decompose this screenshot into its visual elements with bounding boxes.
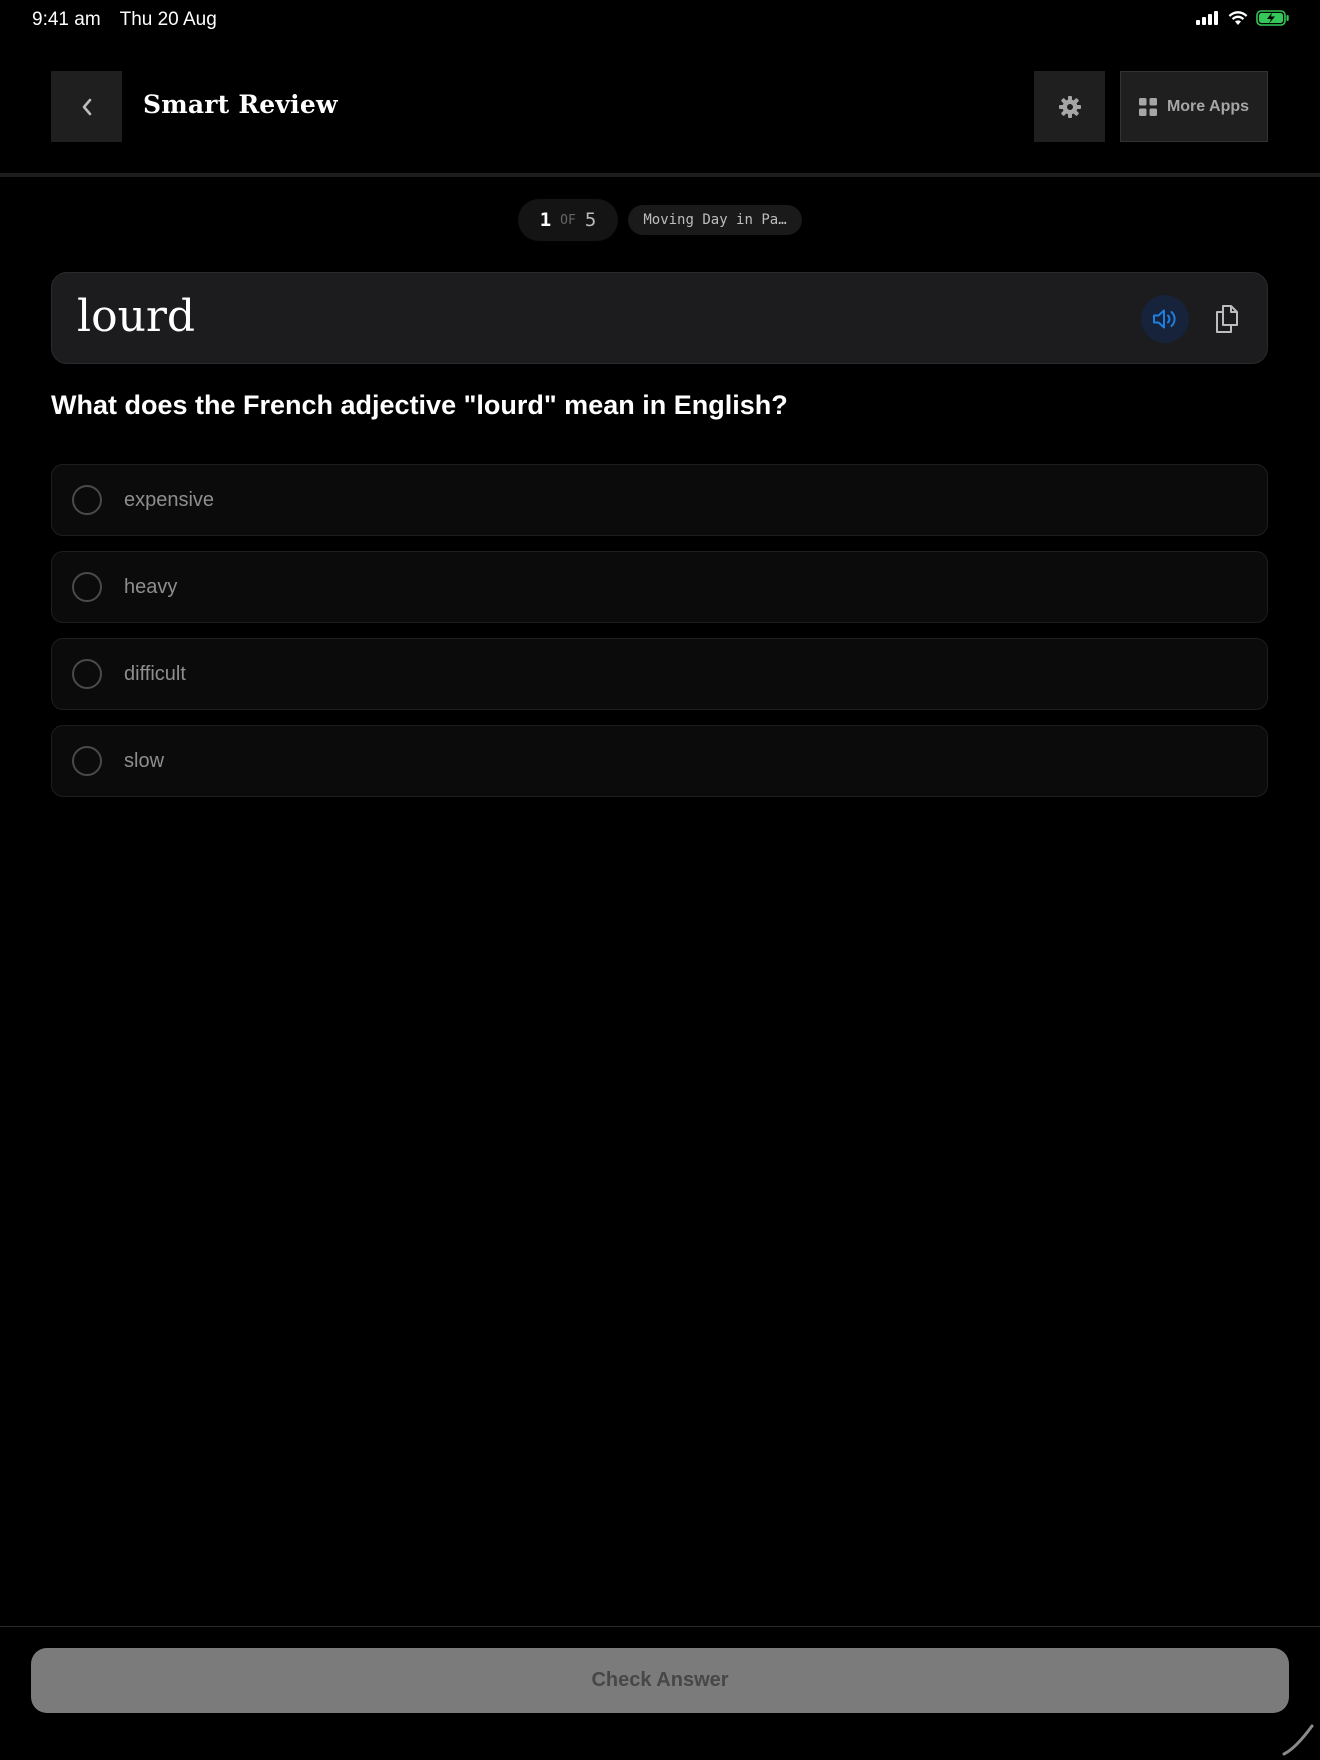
status-time: 9:41 am Thu 20 Aug bbox=[32, 9, 231, 31]
topic-badge: Moving Day in Pa… bbox=[628, 205, 802, 235]
gear-icon bbox=[1058, 95, 1081, 118]
option-label: difficult bbox=[124, 663, 186, 685]
speaker-icon bbox=[1153, 309, 1176, 329]
settings-button[interactable] bbox=[1034, 71, 1105, 142]
answer-option[interactable]: slow bbox=[51, 725, 1268, 797]
header-divider bbox=[0, 173, 1320, 177]
status-clock: 9:41 am bbox=[32, 9, 101, 30]
question-text: What does the French adjective "lourd" m… bbox=[51, 390, 788, 420]
back-button[interactable] bbox=[51, 71, 122, 142]
grid-icon bbox=[1138, 97, 1157, 116]
resize-handle-icon bbox=[1282, 1724, 1314, 1756]
page-title: Smart Review bbox=[143, 90, 338, 119]
radio-button[interactable] bbox=[72, 572, 102, 602]
progress-total: 5 bbox=[584, 209, 597, 231]
copy-icon bbox=[1216, 305, 1238, 333]
copy-button[interactable] bbox=[1203, 295, 1251, 343]
vocab-word: lourd bbox=[77, 291, 196, 342]
radio-button[interactable] bbox=[72, 659, 102, 689]
answer-option[interactable]: expensive bbox=[51, 464, 1268, 536]
footer-divider bbox=[0, 1626, 1320, 1627]
more-apps-button[interactable]: More Apps bbox=[1120, 71, 1268, 142]
battery-charging-icon bbox=[1256, 10, 1289, 26]
word-card: lourd bbox=[51, 272, 1268, 364]
option-label: slow bbox=[124, 750, 165, 772]
wifi-icon bbox=[1228, 10, 1248, 25]
progress-of-label: OF bbox=[560, 212, 576, 228]
radio-button[interactable] bbox=[72, 485, 102, 515]
progress-indicator: 1 OF 5 bbox=[518, 199, 618, 241]
status-date: Thu 20 Aug bbox=[119, 9, 217, 30]
status-icons bbox=[1196, 10, 1290, 26]
option-label: heavy bbox=[124, 576, 178, 598]
signal-icon bbox=[1196, 11, 1218, 25]
pronounce-button[interactable] bbox=[1141, 295, 1189, 343]
progress-current: 1 bbox=[539, 209, 552, 231]
status-bar: 9:41 am Thu 20 Aug bbox=[0, 0, 1320, 40]
radio-button[interactable] bbox=[72, 746, 102, 776]
chevron-left-icon bbox=[82, 98, 91, 115]
header: Smart Review More Apps bbox=[0, 70, 1320, 145]
check-answer-button[interactable]: Check Answer bbox=[31, 1648, 1289, 1713]
answer-option[interactable]: heavy bbox=[51, 551, 1268, 623]
option-label: expensive bbox=[124, 489, 215, 511]
answer-option[interactable]: difficult bbox=[51, 638, 1268, 710]
answer-options: expensive heavy difficult slow bbox=[51, 464, 1268, 812]
more-apps-label: More Apps bbox=[1166, 97, 1250, 115]
